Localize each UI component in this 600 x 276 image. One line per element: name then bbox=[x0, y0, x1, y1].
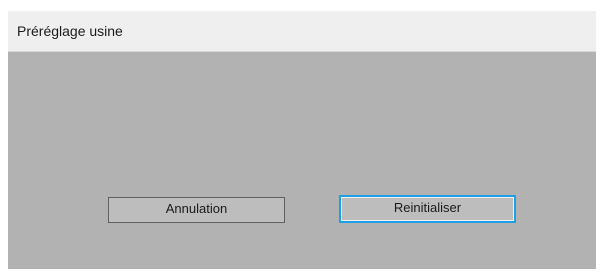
dialog-title: Préréglage usine bbox=[17, 23, 123, 39]
cancel-button[interactable]: Annulation bbox=[108, 197, 285, 223]
factory-reset-dialog: Préréglage usine Annulation Reinitialise… bbox=[8, 11, 596, 269]
dialog-title-bar: Préréglage usine bbox=[8, 11, 596, 52]
reset-button[interactable]: Reinitialiser bbox=[339, 195, 516, 223]
